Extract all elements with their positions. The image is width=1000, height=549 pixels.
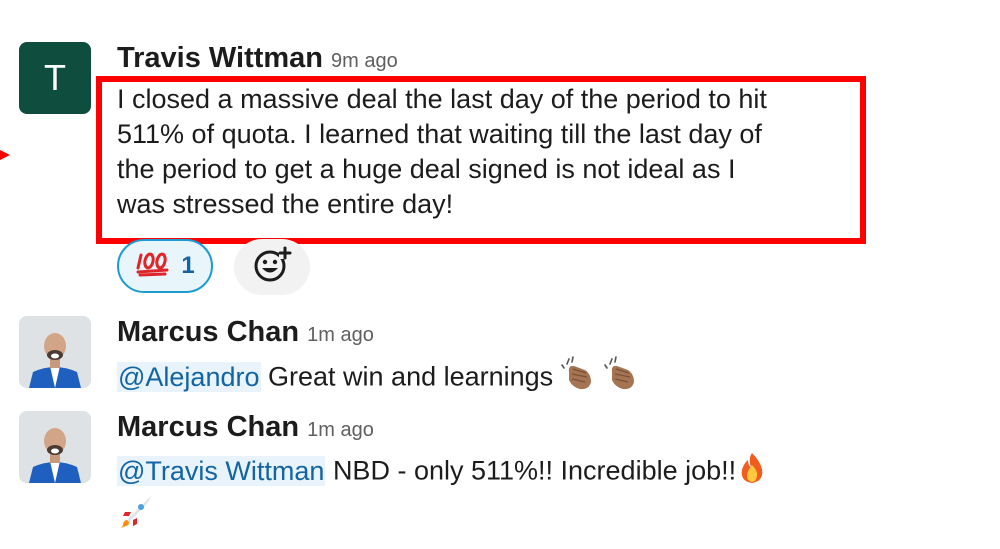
message-timestamp[interactable]: 1m ago bbox=[307, 324, 374, 346]
message-text: NBD - only 511%!! Incredible job!! bbox=[332, 455, 737, 486]
message-author[interactable]: Marcus Chan 1m ago bbox=[117, 318, 374, 347]
rocket-icon bbox=[117, 494, 153, 539]
reaction-pill[interactable]: 1 bbox=[117, 239, 213, 293]
fire-icon bbox=[736, 451, 768, 494]
annotation-arrow bbox=[0, 150, 10, 160]
reaction-count: 1 bbox=[181, 252, 195, 279]
avatar[interactable] bbox=[19, 411, 91, 483]
message-author[interactable]: Travis Wittman 9m ago bbox=[117, 44, 398, 73]
avatar-initial: T bbox=[44, 57, 66, 98]
profile-photo bbox=[19, 411, 91, 483]
hundred-points-icon bbox=[135, 251, 171, 282]
profile-photo bbox=[19, 316, 91, 388]
message-timestamp[interactable]: 9m ago bbox=[331, 50, 398, 72]
clapping-hands-icon bbox=[560, 356, 597, 401]
message-body: @Alejandro Great win and learnings bbox=[117, 356, 640, 401]
add-reaction-button[interactable] bbox=[234, 239, 310, 295]
highlight-box bbox=[96, 76, 866, 244]
avatar[interactable] bbox=[19, 316, 91, 388]
user-mention[interactable]: @Travis Wittman bbox=[117, 455, 326, 486]
user-mention[interactable]: @Alejandro bbox=[117, 361, 261, 392]
clapping-hands-icon bbox=[604, 356, 640, 401]
add-emoji-icon bbox=[252, 245, 292, 290]
message-body: @Travis Wittman NBD - only 511%!! Incred… bbox=[117, 451, 837, 539]
message-author[interactable]: Marcus Chan 1m ago bbox=[117, 413, 374, 442]
message-text: Great win and learnings bbox=[268, 361, 554, 392]
avatar[interactable]: T bbox=[19, 42, 91, 114]
message-timestamp[interactable]: 1m ago bbox=[307, 419, 374, 441]
